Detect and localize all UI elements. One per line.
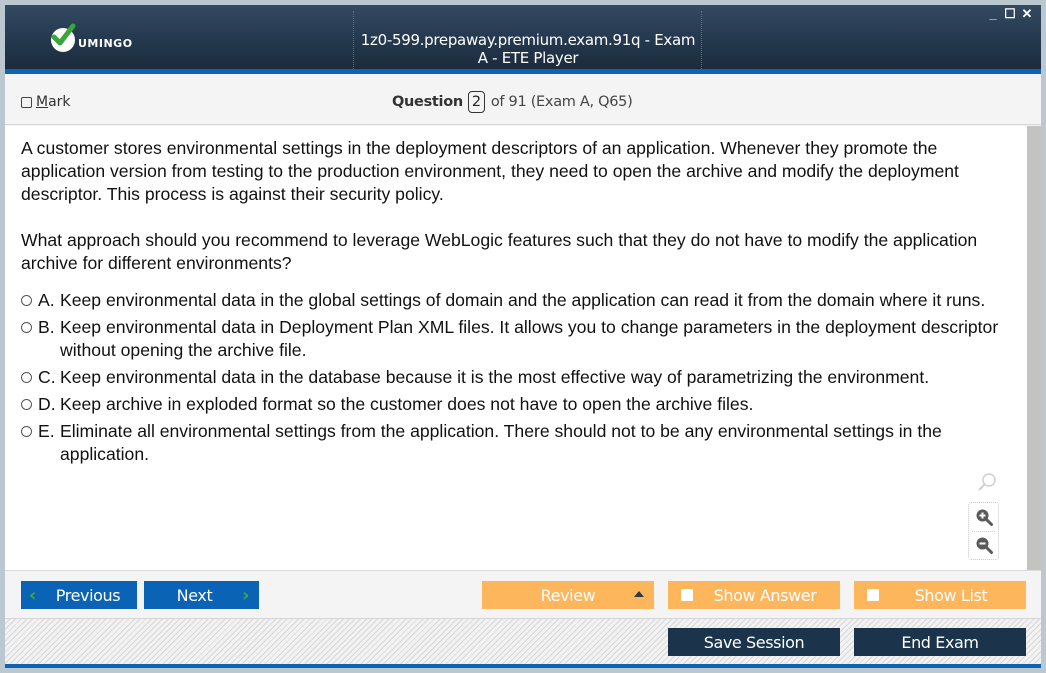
chevron-left-icon: ‹ bbox=[29, 585, 37, 606]
option-text: Keep environmental data in the global se… bbox=[60, 290, 986, 310]
logo-text: UMINGO bbox=[78, 36, 133, 50]
bottom-accent-line bbox=[5, 664, 1041, 668]
radio-button[interactable] bbox=[21, 322, 32, 333]
footer-bar: Save Session End Exam bbox=[5, 618, 1041, 664]
previous-label: Previous bbox=[55, 585, 121, 605]
vumingo-logo: UMINGO bbox=[51, 23, 133, 52]
zoom-separator bbox=[972, 531, 995, 532]
save-session-label: Save Session bbox=[703, 632, 805, 652]
option-text: Keep environmental data in Deployment Pl… bbox=[60, 317, 999, 360]
save-session-button[interactable]: Save Session bbox=[668, 628, 840, 656]
checkbox-icon[interactable] bbox=[867, 589, 879, 601]
radio-button[interactable] bbox=[21, 426, 32, 437]
vertical-scrollbar[interactable] bbox=[1027, 126, 1041, 570]
option-letter: B. bbox=[38, 317, 55, 337]
option-letter: A. bbox=[38, 290, 55, 310]
option-a[interactable]: A. Keep environmental data in the global… bbox=[21, 289, 1001, 312]
option-text: Keep environmental data in the database … bbox=[60, 367, 930, 387]
option-d[interactable]: D. Keep archive in exploded format so th… bbox=[21, 393, 1001, 416]
zoom-in-icon[interactable] bbox=[975, 508, 993, 526]
checkbox-icon[interactable] bbox=[21, 96, 32, 108]
review-label: Review bbox=[540, 585, 596, 605]
end-exam-button[interactable]: End Exam bbox=[854, 628, 1026, 656]
question-panel: A customer stores environmental settings… bbox=[5, 126, 1027, 570]
next-button[interactable]: Next › bbox=[144, 581, 259, 609]
show-list-label: Show List bbox=[914, 585, 988, 605]
radio-button[interactable] bbox=[21, 399, 32, 410]
navigation-bar: ‹ Previous Next › Review Show Answer Sho… bbox=[5, 570, 1041, 618]
question-header: Mark Question 2 of 91 (Exam A, Q65) bbox=[5, 79, 1041, 125]
question-text: A customer stores environmental settings… bbox=[21, 137, 1001, 298]
close-icon[interactable]: ✕ bbox=[1021, 6, 1033, 22]
mark-label: ark bbox=[48, 94, 71, 110]
option-c[interactable]: C. Keep environmental data in the databa… bbox=[21, 366, 1001, 389]
previous-button[interactable]: ‹ Previous bbox=[21, 581, 137, 609]
next-label: Next bbox=[176, 585, 213, 605]
question-number-input[interactable]: 2 bbox=[467, 91, 485, 113]
option-letter: D. bbox=[38, 394, 56, 414]
option-letter: E. bbox=[38, 421, 55, 441]
maximize-icon[interactable]: ☐ bbox=[1004, 6, 1016, 22]
question-counter: Question 2 of 91 (Exam A, Q65) bbox=[392, 91, 633, 113]
mark-label-accesskey: M bbox=[36, 94, 49, 110]
end-exam-label: End Exam bbox=[901, 632, 979, 652]
show-list-toggle[interactable]: Show List bbox=[854, 581, 1026, 609]
window-title: 1z0-599.prepaway.premium.exam.91q - Exam… bbox=[360, 31, 696, 67]
question-paragraph: What approach should you recommend to le… bbox=[21, 230, 978, 273]
question-paragraph: A customer stores environmental settings… bbox=[21, 138, 959, 204]
mark-checkbox[interactable]: Mark bbox=[21, 94, 71, 110]
show-answer-toggle[interactable]: Show Answer bbox=[668, 581, 840, 609]
question-total: of 91 (Exam A, Q65) bbox=[490, 94, 633, 110]
option-text: Eliminate all environmental settings fro… bbox=[60, 421, 942, 464]
answer-options: A. Keep environmental data in the global… bbox=[21, 289, 1001, 470]
option-letter: C. bbox=[38, 367, 56, 387]
checkbox-icon[interactable] bbox=[681, 589, 693, 601]
magnifier-hint-icon bbox=[978, 473, 996, 491]
title-bar: UMINGO 1z0-599.prepaway.premium.exam.91q… bbox=[5, 5, 1041, 74]
zoom-controls bbox=[968, 502, 999, 560]
option-text: Keep archive in exploded format so the c… bbox=[60, 394, 754, 414]
radio-button[interactable] bbox=[21, 372, 32, 383]
zoom-out-icon[interactable] bbox=[975, 536, 993, 554]
chevron-right-icon: › bbox=[241, 585, 249, 606]
checkmark-logo-icon bbox=[51, 23, 76, 52]
window-controls: _ ☐ ✕ bbox=[987, 6, 1033, 22]
question-label: Question bbox=[392, 94, 463, 110]
review-button[interactable]: Review bbox=[482, 581, 654, 609]
caret-up-icon bbox=[634, 591, 644, 597]
radio-button[interactable] bbox=[21, 295, 32, 306]
show-answer-label: Show Answer bbox=[713, 585, 817, 605]
option-b[interactable]: B. Keep environmental data in Deployment… bbox=[21, 316, 1001, 362]
option-e[interactable]: E. Eliminate all environmental settings … bbox=[21, 420, 1001, 466]
exam-player-window: UMINGO 1z0-599.prepaway.premium.exam.91q… bbox=[5, 5, 1041, 668]
minimize-icon[interactable]: _ bbox=[987, 6, 999, 22]
